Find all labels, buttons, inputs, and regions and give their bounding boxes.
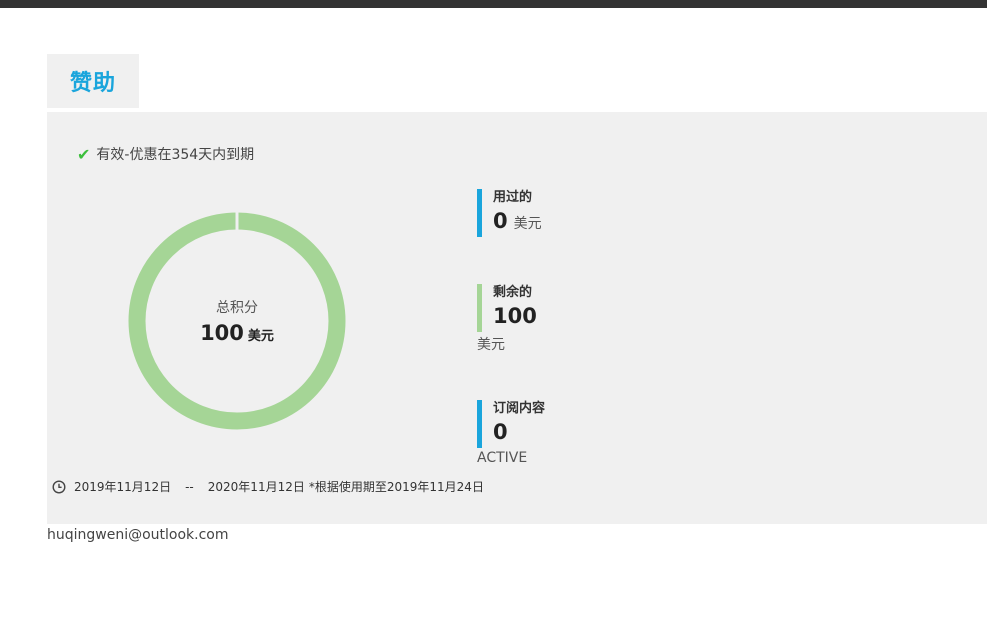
date-end: 2020年11月12日 — [207, 480, 305, 494]
donut-value: 100 — [200, 321, 244, 345]
donut-center: 总积分 100 美元 — [128, 212, 346, 430]
status-text: 有效-优惠在354天内到期 — [96, 147, 255, 163]
clock-icon — [52, 479, 66, 494]
stat-used-value-row: 0 美元 — [493, 207, 542, 238]
donut-value-row: 100 美元 — [200, 321, 274, 345]
stat-used-title: 用过的 — [493, 190, 533, 205]
date-note: *根据使用期至2019年11月24日 — [308, 480, 484, 494]
stat-used-value: 0 — [493, 209, 508, 233]
donut-unit: 美元 — [247, 329, 274, 344]
top-bar — [0, 0, 987, 8]
stat-remaining-title: 剩余的 — [493, 285, 533, 300]
stat-used-unit: 美元 — [513, 216, 542, 232]
stat-subscription-title: 订阅内容 — [493, 401, 546, 416]
stat-subscription-status: ACTIVE — [477, 450, 528, 466]
date-start: 2019年11月12日 — [74, 480, 172, 494]
check-icon: ✔ — [77, 144, 91, 164]
credits-donut: 总积分 100 美元 — [128, 212, 346, 430]
stat-subscription-value: 0 — [493, 420, 508, 444]
stat-used-content: 用过的 0 美元 — [493, 189, 542, 238]
date-separator: -- — [185, 479, 194, 494]
stat-remaining-content: 剩余的 100 — [493, 284, 537, 330]
date-range: 2019年11月12日 -- 2020年11月12日 *根据使用期至2019年1… — [52, 478, 484, 495]
stat-subscription-content: 订阅内容 0 — [493, 400, 545, 446]
donut-label: 总积分 — [216, 300, 258, 316]
sponsorship-panel: ✔ 有效-优惠在354天内到期 总积分 100 美元 用过的 0 美元 剩余的 10… — [47, 112, 987, 524]
stat-remaining-bar — [477, 284, 482, 332]
stat-remaining-unit: 美元 — [477, 337, 505, 353]
stat-used-bar — [477, 189, 482, 237]
tab-label: 赞助 — [69, 71, 116, 96]
stat-subscription-bar — [477, 400, 482, 448]
status-line: ✔ 有效-优惠在354天内到期 — [77, 144, 254, 164]
account-email: huqingweni@outlook.com — [47, 527, 229, 543]
tab-sponsorship[interactable]: 赞助 — [47, 54, 139, 108]
stat-remaining-value: 100 — [493, 304, 537, 328]
